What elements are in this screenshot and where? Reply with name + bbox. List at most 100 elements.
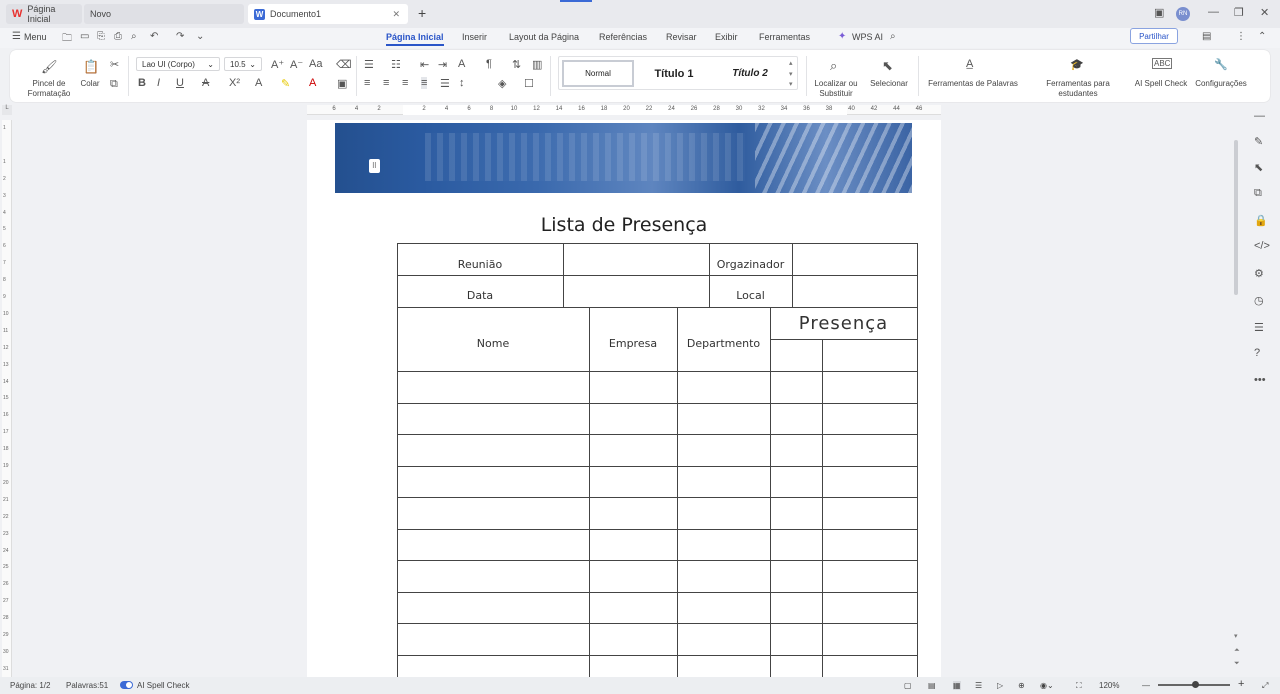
text-effect-icon[interactable]: A (255, 77, 262, 89)
paste-button[interactable]: Colar (74, 79, 106, 89)
menu-page-layout[interactable]: Layout da Página (509, 32, 579, 42)
zoom-in-icon[interactable]: + (1238, 678, 1244, 690)
chinese-layout-icon[interactable]: A (458, 58, 465, 70)
decrease-indent-icon[interactable]: ⇤ (420, 58, 429, 71)
zoom-level[interactable]: 120% (1099, 681, 1119, 690)
collapse-sidebar-icon[interactable]: — (1254, 110, 1265, 122)
menu-tools[interactable]: Ferramentas (759, 32, 810, 42)
bold-icon[interactable]: B (138, 77, 146, 89)
font-size-select[interactable]: 10.5 ⌄ (224, 57, 262, 71)
clear-format-icon[interactable]: ⌫ (336, 58, 352, 71)
customize-toolbar-icon[interactable]: ⌄ (196, 31, 204, 42)
column-header-name[interactable]: Nome (397, 337, 589, 350)
layers-icon[interactable]: ☰ (1254, 321, 1264, 334)
italic-icon[interactable]: I (157, 77, 160, 89)
menu-home[interactable]: Página Inicial (386, 32, 444, 46)
char-shading-icon[interactable]: ▣ (337, 77, 347, 90)
print-layout-icon[interactable]: ▦ (953, 681, 961, 690)
place-label[interactable]: Local (709, 289, 792, 302)
next-page-icon[interactable]: ⏷ (1234, 660, 1240, 668)
hamburger-icon[interactable]: ☰ (12, 31, 21, 42)
word-tools-button[interactable]: Ferramentas de Palavras (926, 79, 1020, 89)
meeting-label[interactable]: Reunião (397, 258, 563, 271)
new-tab-icon[interactable]: + (418, 5, 426, 21)
column-header-company[interactable]: Empresa (589, 337, 677, 350)
underline-icon[interactable]: U (176, 77, 184, 89)
strikethrough-icon[interactable]: A (202, 77, 209, 89)
print-icon[interactable]: ⎙ (114, 31, 122, 42)
more-options-icon[interactable]: ••• (1254, 374, 1266, 386)
restore-icon[interactable]: ❐ (1234, 6, 1244, 19)
style-title-1[interactable]: Título 1 (639, 60, 709, 87)
avatar[interactable]: RN (1176, 7, 1190, 21)
font-color-icon[interactable]: A (309, 77, 316, 89)
vertical-scrollbar[interactable] (1234, 140, 1238, 295)
highlight-icon[interactable]: ✎ (281, 77, 290, 90)
cut-icon[interactable]: ✂ (110, 58, 119, 71)
zoom-out-icon[interactable]: — (1142, 681, 1150, 690)
numbering-icon[interactable]: ☷ (391, 58, 401, 71)
ruler-corner[interactable]: L (2, 105, 12, 115)
word-count[interactable]: Palavras:51 (66, 681, 108, 690)
search-icon[interactable]: ⌕ (890, 31, 896, 42)
more-icon[interactable]: ⋮ (1236, 31, 1246, 42)
code-icon[interactable]: </> (1254, 240, 1270, 252)
undo-icon[interactable]: ↶ (150, 31, 158, 42)
pen-icon[interactable]: ✎ (1254, 135, 1263, 148)
shading-icon[interactable]: ◈ (498, 77, 506, 90)
find-replace-button[interactable]: Localizar ou Substituir (806, 79, 866, 99)
superscript-icon[interactable]: X² (229, 77, 240, 89)
align-center-icon[interactable]: ≡ (383, 77, 389, 89)
vertical-ruler[interactable]: 1 1 2 3 4 5 6 7 8 9 10 11 12 13 14 15 16 17 18 19 20 21 22 23 24… (2, 120, 12, 680)
wps-ai-button[interactable]: WPS AI (852, 32, 883, 42)
minimize-icon[interactable]: — (1208, 6, 1219, 18)
web-layout-icon[interactable]: ⊕ (1018, 681, 1025, 690)
select-button[interactable]: Selecionar (864, 79, 914, 89)
object-handle-icon[interactable]: ⠿ (369, 159, 380, 173)
window-layout-icon[interactable]: ▣ (1154, 6, 1164, 19)
column-header-department[interactable]: Departmento (677, 337, 770, 350)
decrease-font-icon[interactable]: A⁻ (290, 58, 303, 71)
increase-indent-icon[interactable]: ⇥ (438, 58, 447, 71)
styles-scroll-up-icon[interactable]: ▴ (789, 59, 793, 67)
menu-review[interactable]: Revisar (666, 32, 697, 42)
styles-scroll-down-icon[interactable]: ▾ (789, 70, 793, 78)
redo-icon[interactable]: ↷ (176, 31, 184, 42)
organizer-label[interactable]: Orgazinador (709, 258, 792, 271)
menu-button[interactable]: Menu (24, 32, 47, 42)
student-tools-button[interactable]: Ferramentas para estudantes (1026, 79, 1130, 99)
format-painter-button[interactable]: Pincel de Formatação (24, 79, 74, 99)
spell-check-toggle[interactable] (120, 681, 133, 689)
collapse-ribbon-icon[interactable]: ⌃ (1258, 31, 1266, 42)
open-folder-icon[interactable]: 🗀 (62, 31, 72, 48)
justify-icon[interactable]: ≡ (421, 77, 428, 89)
line-spacing-icon[interactable]: ↕ (459, 77, 465, 89)
play-icon[interactable]: ▷ (997, 681, 1003, 690)
sliders-icon[interactable]: ⚙ (1254, 267, 1264, 280)
copy-icon[interactable]: ⧉ (110, 78, 118, 91)
tab-new[interactable]: Novo (84, 4, 244, 24)
document-page[interactable]: ⠿ Lista de Presença Reunião Orgazinador … (307, 120, 941, 694)
print-preview-icon[interactable]: ⌕ (131, 31, 137, 42)
document-title[interactable]: Lista de Presença (307, 214, 941, 236)
save-icon[interactable]: ▭ (80, 31, 89, 42)
scroll-down-icon[interactable]: ▾ (1234, 632, 1238, 640)
horizontal-ruler[interactable]: 6 4 2 2 4 6 8 10 12 14 16 18 20 22 24 26 28 30 32 34 36 38 40 4… (307, 105, 941, 115)
borders-icon[interactable]: ☐ (524, 77, 534, 90)
close-window-icon[interactable]: ✕ (1260, 6, 1269, 19)
lock-icon[interactable]: 🔒 (1254, 214, 1268, 227)
menu-insert[interactable]: Inserir (462, 32, 487, 42)
increase-font-icon[interactable]: A⁺ (271, 58, 284, 71)
cursor-icon[interactable]: ⬉ (1254, 161, 1263, 174)
change-case-icon[interactable]: Aa (309, 58, 322, 70)
styles-more-icon[interactable]: ▾ (789, 80, 793, 88)
date-label[interactable]: Data (397, 289, 563, 302)
prev-page-icon[interactable]: ⏶ (1234, 647, 1240, 655)
column-header-presence[interactable]: Presença (770, 313, 917, 334)
settings-button[interactable]: Configurações (1190, 79, 1252, 89)
columns-icon[interactable]: ▥ (532, 58, 542, 71)
tab-document[interactable]: W Documento1 ✕ (248, 4, 408, 24)
export-icon[interactable]: ⎘ (97, 31, 105, 42)
style-title-2[interactable]: Título 2 (715, 60, 785, 87)
paragraph-mark-icon[interactable]: ¶ (486, 58, 492, 70)
